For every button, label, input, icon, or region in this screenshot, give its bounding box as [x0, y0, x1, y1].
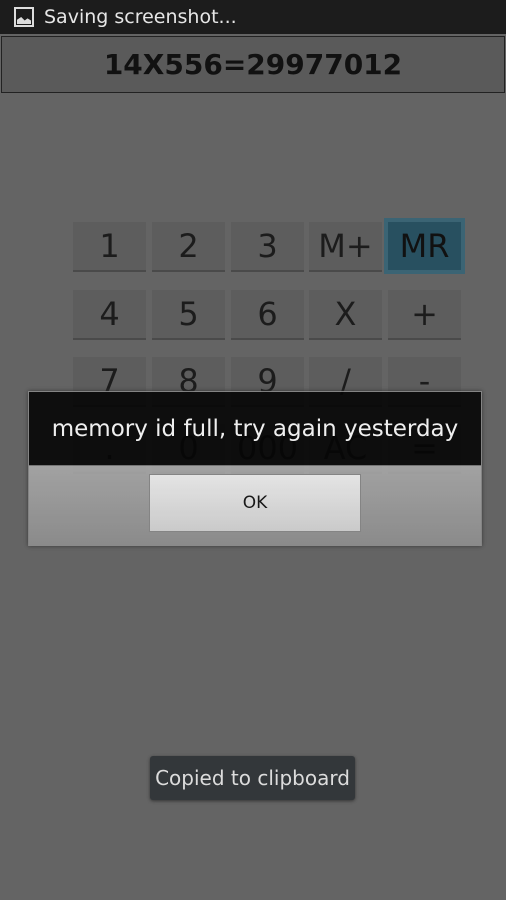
key-1[interactable]: 1 — [73, 222, 146, 270]
key-3[interactable]: 3 — [231, 222, 304, 270]
key-6[interactable]: 6 — [231, 290, 304, 338]
dialog-message: memory id full, try again yesterday — [29, 392, 481, 465]
key-mr[interactable]: MR — [384, 218, 465, 274]
status-bar: Saving screenshot... — [0, 0, 506, 34]
alert-dialog: memory id full, try again yesterday OK — [28, 391, 482, 546]
key-plus[interactable]: + — [388, 290, 461, 338]
key-2[interactable]: 2 — [152, 222, 225, 270]
image-icon — [14, 7, 34, 27]
status-text: Saving screenshot... — [44, 6, 237, 28]
toast: Copied to clipboard — [150, 756, 355, 800]
calculator-display: 14X556=29977012 — [1, 36, 505, 93]
key-4[interactable]: 4 — [73, 290, 146, 338]
ok-button[interactable]: OK — [149, 474, 361, 532]
dialog-button-bar: OK — [29, 465, 481, 546]
key-x[interactable]: X — [309, 290, 382, 338]
key-mplus[interactable]: M+ — [309, 222, 382, 270]
key-5[interactable]: 5 — [152, 290, 225, 338]
